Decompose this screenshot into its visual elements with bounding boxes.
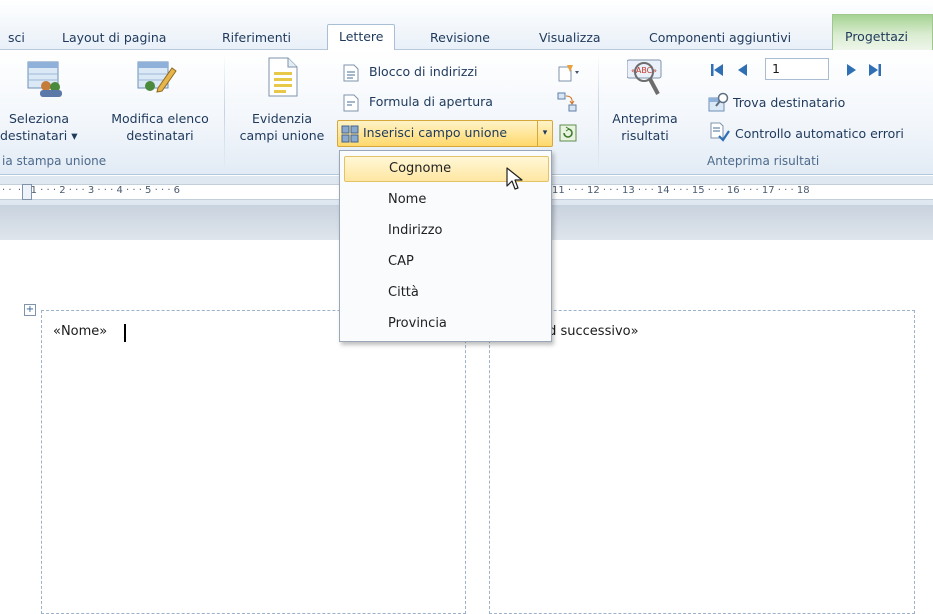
group-separator <box>598 54 599 172</box>
find-recipient-icon[interactable] <box>708 92 730 115</box>
last-record-icon[interactable] <box>868 62 882 81</box>
preview-results-group-label: Anteprima risultati <box>707 154 820 168</box>
chevron-down-icon[interactable]: ▾ <box>537 121 552 146</box>
start-mail-merge-group-label: ia stampa unione <box>2 154 107 168</box>
menu-item-cap[interactable]: CAP <box>344 249 549 275</box>
preview-results-icon[interactable]: «ABC» <box>626 58 667 103</box>
tab-page-layout[interactable]: Layout di pagina <box>62 27 166 49</box>
edit-recipient-list-icon[interactable] <box>136 58 178 101</box>
rules-icon[interactable] <box>558 64 580 85</box>
first-record-icon[interactable] <box>710 62 724 81</box>
tab-mailings-partial[interactable]: sci <box>8 27 25 49</box>
merge-field-icon <box>341 125 359 146</box>
chevron-down-icon[interactable]: ▾ <box>71 128 77 143</box>
merge-field-nome[interactable]: «Nome» <box>53 324 107 339</box>
ribbon-tab-bar: sci Layout di pagina Riferimenti Lettere… <box>0 0 933 51</box>
greeting-line-icon[interactable] <box>343 94 359 115</box>
menu-item-provincia[interactable]: Provincia <box>344 311 549 337</box>
mouse-pointer-icon <box>505 166 525 195</box>
next-record-icon[interactable] <box>846 62 858 81</box>
tab-mailings[interactable]: Lettere <box>327 24 396 51</box>
select-recipients-label-2[interactable]: destinatari ▾ <box>0 128 78 143</box>
menu-item-citta[interactable]: Città <box>344 280 549 306</box>
address-block-icon[interactable] <box>343 64 359 85</box>
highlight-fields-label-2[interactable]: campi unione <box>232 128 332 143</box>
highlight-fields-label[interactable]: Evidenzia <box>232 111 332 126</box>
highlight-fields-icon[interactable] <box>266 56 300 101</box>
tab-references[interactable]: Riferimenti <box>222 27 291 49</box>
tab-add-ins[interactable]: Componenti aggiuntivi <box>649 27 791 49</box>
auto-check-errors-button[interactable]: Controllo automatico errori <box>735 126 904 141</box>
preview-results-label[interactable]: Anteprima <box>603 111 687 126</box>
menu-item-indirizzo[interactable]: Indirizzo <box>344 218 549 244</box>
edit-recipient-list-label[interactable]: Modifica elenco <box>96 111 224 126</box>
text-cursor <box>124 324 126 342</box>
table-cell-right[interactable] <box>489 310 915 614</box>
record-number-input[interactable]: 1 <box>765 58 829 80</box>
table-cell-left[interactable] <box>41 310 466 614</box>
table-move-handle-icon[interactable]: + <box>24 304 36 316</box>
match-fields-icon[interactable] <box>557 92 577 115</box>
tab-view[interactable]: Visualizza <box>539 27 601 49</box>
group-separator <box>224 54 225 172</box>
ruler-marks-right: 11 · · · 12 · · · 13 · · · 14 · · · 15 ·… <box>552 185 810 196</box>
find-recipient-button[interactable]: Trova destinatario <box>733 95 845 110</box>
tab-table-design[interactable]: Progettazi <box>832 14 933 50</box>
select-recipients-label[interactable]: Seleziona <box>4 111 74 126</box>
update-labels-icon[interactable] <box>559 124 577 145</box>
merge-field-next-record[interactable]: rd successivo» <box>543 324 639 339</box>
select-recipients-icon[interactable] <box>26 58 66 101</box>
select-recipients-line2[interactable]: destinatari <box>0 128 67 143</box>
indent-marker-icon[interactable] <box>22 184 32 200</box>
address-block-button[interactable]: Blocco di indirizzi <box>369 64 477 79</box>
auto-check-errors-icon[interactable] <box>710 122 730 145</box>
tab-review[interactable]: Revisione <box>430 27 490 49</box>
edit-recipient-list-label-2[interactable]: destinatari <box>96 128 224 143</box>
previous-record-icon[interactable] <box>736 62 748 81</box>
greeting-line-button[interactable]: Formula di apertura <box>369 94 493 109</box>
preview-results-label-2[interactable]: risultati <box>603 128 687 143</box>
insert-merge-field-label[interactable]: Inserisci campo unione <box>363 125 507 140</box>
